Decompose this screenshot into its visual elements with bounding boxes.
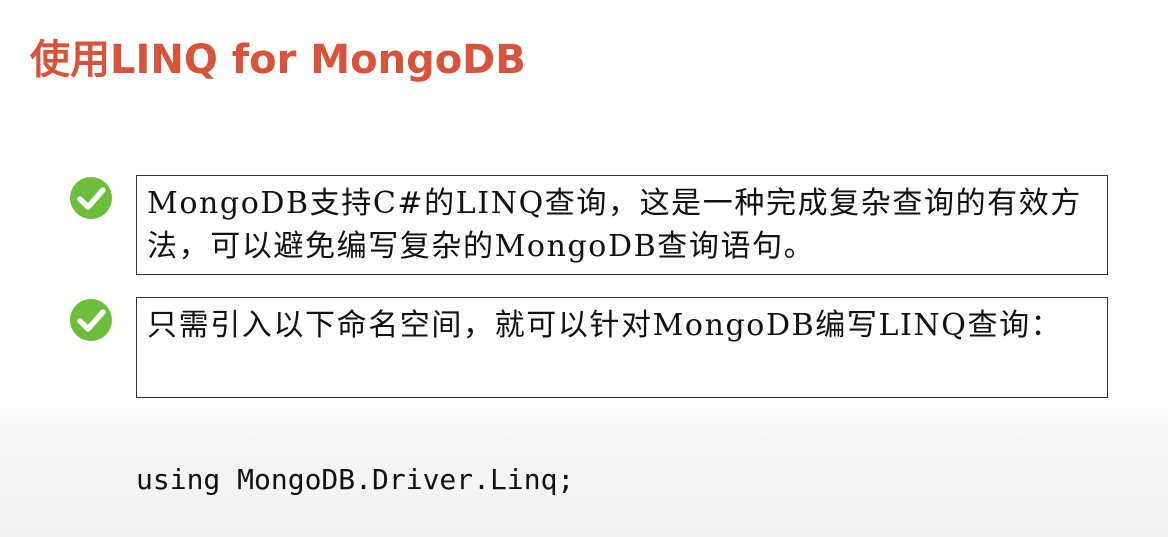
bullet-text-box-1: MongoDB支持C#的LINQ查询，这是一种完成复杂查询的有效方法，可以避免编… — [136, 175, 1108, 275]
bullet-text-box-2: 只需引入以下命名空间，就可以针对MongoDB编写LINQ查询： — [136, 297, 1108, 398]
bullet-text-1: MongoDB支持C#的LINQ查询，这是一种完成复杂查询的有效方法，可以避免编… — [147, 186, 1082, 264]
bullet-text-2: 只需引入以下命名空间，就可以针对MongoDB编写LINQ查询： — [147, 308, 1063, 343]
check-circle-icon — [69, 176, 113, 220]
slide: 使用LINQ for MongoDB MongoDB支持C#的LINQ查询，这是… — [0, 0, 1168, 537]
code-snippet: using MongoDB.Driver.Linq; — [136, 463, 575, 496]
slide-title: 使用LINQ for MongoDB — [30, 37, 526, 83]
check-circle-icon — [69, 298, 113, 342]
